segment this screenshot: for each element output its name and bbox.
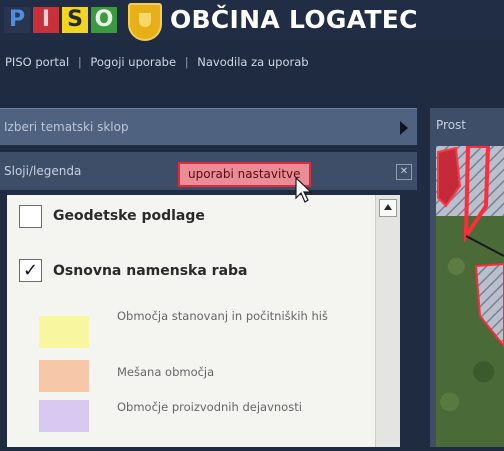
- scroll-up-arrow-icon[interactable]: [379, 199, 397, 217]
- hatched-zone: [474, 262, 504, 348]
- map-overlay: [436, 144, 504, 348]
- logo-letter-s: S: [62, 7, 88, 33]
- logo-letter-p: P: [4, 7, 30, 33]
- nav-separator: |: [77, 55, 82, 69]
- legend-label-mixed: Mešana območja: [117, 365, 215, 379]
- top-navigation: PISO portal | Pogoji uporabe | Navodila …: [0, 52, 504, 72]
- nav-link-instructions[interactable]: Navodila za uporab: [197, 55, 308, 69]
- logo-letter-o: O: [91, 7, 117, 33]
- map-view[interactable]: [436, 144, 504, 447]
- logo-letter-i: I: [33, 7, 59, 33]
- land-use-label: Osnovna namenska raba: [53, 263, 248, 279]
- apply-settings-button[interactable]: uporabi nastavitve: [178, 162, 311, 187]
- theme-selector-header[interactable]: Izberi tematski sklop: [0, 108, 417, 145]
- app-header: P I S O OBČINA LOGATEC: [0, 0, 504, 41]
- land-use-checkbox[interactable]: ✓: [19, 259, 42, 282]
- theme-selector-label: Izberi tematski sklop: [4, 120, 129, 134]
- road-line: [465, 235, 504, 257]
- map-panel-title: Prost: [436, 118, 466, 132]
- nav-link-terms-of-use[interactable]: Pogoji uporabe: [90, 55, 176, 69]
- legend-list: Geodetske podlage ✓ Osnovna namenska rab…: [7, 195, 375, 447]
- legend-swatch-residential: [39, 316, 89, 348]
- legend-scrollbar[interactable]: [375, 195, 400, 447]
- mouse-cursor-icon: [295, 176, 313, 203]
- close-panel-icon[interactable]: ✕: [396, 164, 412, 180]
- legend-swatch-mixed: [39, 360, 89, 392]
- geodetic-layers-checkbox[interactable]: [19, 205, 42, 228]
- legend-label-residential: Območja stanovanj in počitniških hiš: [117, 309, 328, 323]
- nav-link-piso-portal[interactable]: PISO portal: [5, 55, 69, 69]
- geodetic-layers-label: Geodetske podlage: [53, 208, 205, 224]
- legend-swatch-industrial: [39, 400, 89, 432]
- layers-legend-label: Sloji/legenda: [4, 164, 82, 178]
- expand-arrow-icon[interactable]: [400, 121, 408, 135]
- municipality-title: OBČINA LOGATEC: [170, 5, 418, 34]
- legend-label-industrial: Območje proizvodnih dejavnosti: [117, 400, 302, 414]
- nav-separator: |: [184, 55, 189, 69]
- municipality-crest-icon: [128, 3, 162, 41]
